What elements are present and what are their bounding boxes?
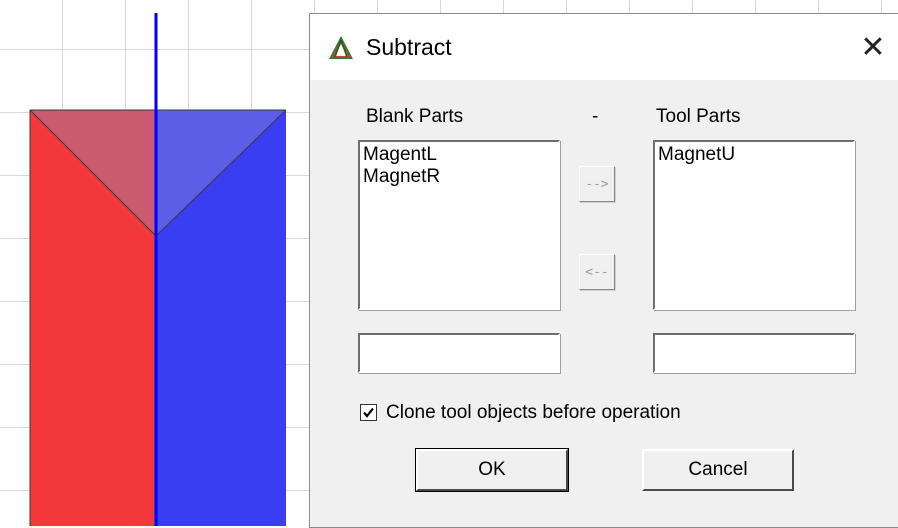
dialog-titlebar[interactable]: Subtract ✕ <box>310 14 898 80</box>
close-icon: ✕ <box>860 29 886 65</box>
ok-button[interactable]: OK <box>415 448 569 492</box>
list-item[interactable]: MagnetU <box>658 144 850 166</box>
checkmark-icon <box>363 407 374 418</box>
move-to-blank-button[interactable]: <-- <box>579 254 615 290</box>
tool-parts-input[interactable] <box>653 333 855 373</box>
move-to-tool-button[interactable]: --> <box>579 166 615 202</box>
blank-parts-label: Blank Parts <box>366 106 464 127</box>
tool-parts-list[interactable]: MagnetU <box>653 140 855 310</box>
app-logo-icon <box>329 36 353 59</box>
tool-parts-label: Tool Parts <box>656 106 741 127</box>
list-item[interactable]: MagnetR <box>363 166 555 188</box>
dialog-title: Subtract <box>366 34 452 60</box>
clone-checkbox-label[interactable]: Clone tool objects before operation <box>386 402 681 424</box>
list-item[interactable]: MagentL <box>363 144 555 166</box>
blank-parts-input[interactable] <box>358 333 560 373</box>
separator-label: - <box>592 106 599 127</box>
blank-parts-list[interactable]: MagentL MagnetR <box>358 140 560 310</box>
subtract-dialog: Subtract ✕ Blank Parts - Tool Parts Mage… <box>309 13 898 528</box>
clone-checkbox[interactable] <box>360 404 377 421</box>
cancel-button[interactable]: Cancel <box>642 449 794 491</box>
close-button[interactable]: ✕ <box>853 28 893 66</box>
